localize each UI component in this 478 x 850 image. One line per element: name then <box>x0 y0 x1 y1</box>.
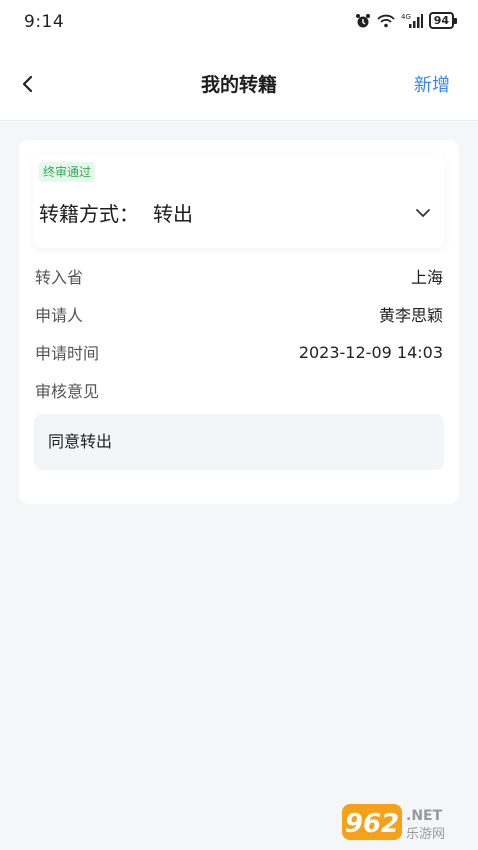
record-header[interactable]: 终审通过 转籍方式： 转出 <box>33 154 445 248</box>
transfer-method: 转籍方式： 转出 <box>39 198 193 227</box>
nav-bar: 我的转籍 新增 <box>0 62 478 106</box>
page-title: 我的转籍 <box>200 74 277 96</box>
network-type: 4G <box>401 13 411 21</box>
wifi-icon <box>377 14 395 28</box>
field-row-province: 转入省 上海 <box>35 264 443 288</box>
transfer-record-card: 终审通过 转籍方式： 转出 转入省 上海 申请人 黄李思颖 申请时间 2023-… <box>19 140 459 504</box>
add-button[interactable]: 新增 <box>414 71 450 97</box>
logo-number: 962 <box>345 809 399 839</box>
battery-icon: 94 <box>428 12 458 29</box>
status-bar: 9:14 4G 94 <box>0 0 478 44</box>
review-opinion-box: 同意转出 <box>34 414 444 470</box>
signal-icon: 4G <box>401 13 423 29</box>
alarm-icon <box>355 13 371 29</box>
field-label: 审核意见 <box>35 382 100 401</box>
field-row-apply-time: 申请时间 2023-12-09 14:03 <box>35 340 443 364</box>
transfer-method-value: 转出 <box>153 202 193 226</box>
watermark-logo: 962 .NET 乐游网 <box>340 800 472 844</box>
status-icons: 4G 94 <box>355 12 458 29</box>
chevron-down-icon[interactable] <box>413 203 433 223</box>
field-row-applicant: 申请人 黄李思颖 <box>35 302 443 326</box>
field-value: 上海 <box>410 268 443 287</box>
status-badge: 终审通过 <box>39 162 96 182</box>
field-value: 2023-12-09 14:03 <box>298 342 443 362</box>
field-row-review-opinion: 审核意见 <box>35 378 443 402</box>
field-label: 转入省 <box>35 268 84 287</box>
field-label: 申请人 <box>35 306 84 325</box>
logo-caption: 乐游网 <box>406 827 445 842</box>
logo-suffix: .NET <box>406 808 443 824</box>
transfer-method-label: 转籍方式： <box>39 202 139 226</box>
field-label: 申请时间 <box>35 344 100 363</box>
field-value: 黄李思颖 <box>378 306 443 325</box>
header: 9:14 4G 94 我的转籍 新增 <box>0 0 478 121</box>
status-time: 9:14 <box>24 12 65 32</box>
